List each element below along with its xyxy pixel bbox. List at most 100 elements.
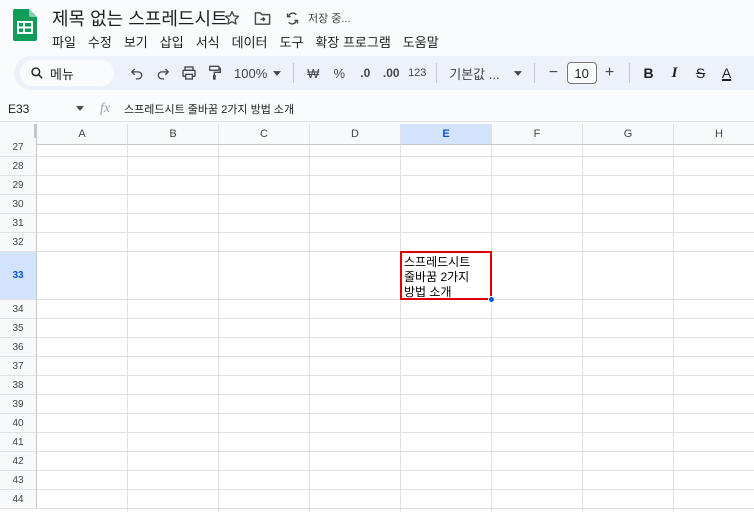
row-header[interactable]: 41 <box>0 433 37 452</box>
document-title[interactable]: 제목 없는 스프레드시트 <box>52 5 228 31</box>
percent-format-button[interactable]: % <box>326 60 352 86</box>
name-box-value: E33 <box>8 101 30 116</box>
decrease-font-size-button[interactable]: − <box>541 60 567 86</box>
column-header[interactable]: A <box>37 124 128 145</box>
font-size-input[interactable]: 10 <box>566 62 597 84</box>
paint-format-button[interactable] <box>202 60 228 86</box>
undo-icon <box>130 68 143 80</box>
row-header[interactable]: 40 <box>0 414 37 433</box>
column-header[interactable]: B <box>128 124 219 145</box>
formula-input[interactable]: 스프레드시트 줄바꿈 2가지 방법 소개 <box>120 101 294 117</box>
row-header[interactable]: 27 <box>0 138 37 157</box>
column-header[interactable]: E <box>401 124 492 145</box>
row-gridline <box>37 318 754 319</box>
more-formats-button[interactable]: 123 <box>404 60 430 86</box>
font-family-select[interactable]: 기본값 ... <box>443 64 527 83</box>
column-gridline <box>491 145 492 512</box>
decrease-decimal-label: .0 <box>360 66 371 80</box>
toolbar: 메뉴 100% ₩ % .0 .00 123 기본값 ... − 10 + B … <box>14 56 754 90</box>
column-header[interactable]: G <box>583 124 674 145</box>
column-header[interactable]: C <box>219 124 310 145</box>
zoom-value: 100% <box>234 65 268 81</box>
increase-decimal-button[interactable]: .00 <box>378 60 404 86</box>
row-header[interactable]: 39 <box>0 395 37 414</box>
zoom-select[interactable]: 100% <box>228 66 287 81</box>
row-header[interactable]: 34 <box>0 300 37 319</box>
column-header[interactable]: F <box>492 124 583 145</box>
redo-button[interactable] <box>150 60 176 86</box>
row-header[interactable]: 29 <box>0 176 37 195</box>
row-header[interactable]: 42 <box>0 452 37 471</box>
row-header[interactable]: 28 <box>0 157 37 176</box>
currency-format-button[interactable]: ₩ <box>300 60 326 86</box>
column-gridline <box>582 145 583 512</box>
menu-file[interactable]: 파일 <box>46 30 82 53</box>
row-gridline <box>37 394 754 395</box>
toolbar-divider <box>293 63 295 83</box>
row-gridline <box>37 175 754 176</box>
menu-edit[interactable]: 수정 <box>82 30 118 53</box>
row-header[interactable]: 31 <box>0 214 37 233</box>
name-box[interactable]: E33 <box>0 102 90 116</box>
search-icon <box>31 67 43 79</box>
search-menus-label: 메뉴 <box>50 66 74 82</box>
title-actions: 저장 중... <box>222 8 351 28</box>
chevron-down-icon <box>513 70 522 76</box>
menu-tools[interactable]: 도구 <box>274 30 310 53</box>
menu-help[interactable]: 도움말 <box>397 30 445 53</box>
row-gridline <box>37 194 754 195</box>
active-cell[interactable]: 스프레드시트 줄바꿈 2가지 방법 소개 <box>400 251 492 300</box>
row-gridline <box>37 451 754 452</box>
print-button[interactable] <box>176 60 202 86</box>
sheets-logo-icon[interactable] <box>13 9 37 41</box>
spreadsheet-app: 제목 없는 스프레드시트 저장 중... 파일 수정 보기 삽입 서식 데이터 … <box>0 0 754 512</box>
row-gridline <box>37 489 754 490</box>
undo-button[interactable] <box>124 60 150 86</box>
row-gridline <box>37 251 754 252</box>
column-gridline <box>127 145 128 512</box>
menu-extensions[interactable]: 확장 프로그램 <box>309 30 396 53</box>
bold-button[interactable]: B <box>636 60 662 86</box>
toolbar-divider <box>628 63 630 83</box>
row-header[interactable]: 32 <box>0 233 37 252</box>
increase-font-size-button[interactable]: + <box>597 60 623 86</box>
row-gridline <box>37 508 754 509</box>
move-folder-icon[interactable] <box>252 8 272 28</box>
row-header[interactable]: 35 <box>0 319 37 338</box>
star-icon[interactable] <box>222 8 242 28</box>
row-gridline <box>37 156 754 157</box>
menu-view[interactable]: 보기 <box>118 30 154 53</box>
row-header[interactable]: 36 <box>0 338 37 357</box>
row-header[interactable]: 44 <box>0 490 37 509</box>
strikethrough-button[interactable]: S <box>688 60 714 86</box>
row-header[interactable]: 37 <box>0 357 37 376</box>
text-color-button[interactable]: A <box>714 60 740 86</box>
search-menus-button[interactable]: 메뉴 <box>20 60 114 86</box>
italic-button[interactable]: I <box>662 60 688 86</box>
row-gridline <box>37 356 754 357</box>
sheet-grid[interactable]: A B C D E F G H 27 28 29 30 31 32 33 34 35 36 37 38 39 40 41 42… <box>0 124 754 512</box>
menu-insert[interactable]: 삽입 <box>154 30 190 53</box>
fx-icon: fx <box>99 100 111 116</box>
save-status: 저장 중... <box>308 13 351 25</box>
row-header[interactable]: 38 <box>0 376 37 395</box>
row-header[interactable]: 43 <box>0 471 37 490</box>
row-header[interactable]: 30 <box>0 195 37 214</box>
row-gridline <box>37 213 754 214</box>
menu-format[interactable]: 서식 <box>190 30 226 53</box>
increase-decimal-label: .00 <box>382 66 400 80</box>
sync-status-icon[interactable] <box>282 8 302 28</box>
column-header[interactable]: H <box>674 124 754 145</box>
row-gridline <box>37 413 754 414</box>
menu-data[interactable]: 데이터 <box>226 30 274 53</box>
row-header[interactable]: 33 <box>0 252 37 300</box>
print-icon <box>182 66 196 80</box>
fill-handle[interactable] <box>488 296 495 303</box>
decrease-decimal-button[interactable]: .0 <box>352 60 378 86</box>
font-family-value: 기본값 ... <box>449 66 500 82</box>
formula-bar: E33 fx 스프레드시트 줄바꿈 2가지 방법 소개 <box>0 96 754 122</box>
row-gridline <box>37 432 754 433</box>
column-header[interactable]: D <box>310 124 401 145</box>
column-gridline <box>309 145 310 512</box>
redo-icon <box>157 68 170 80</box>
